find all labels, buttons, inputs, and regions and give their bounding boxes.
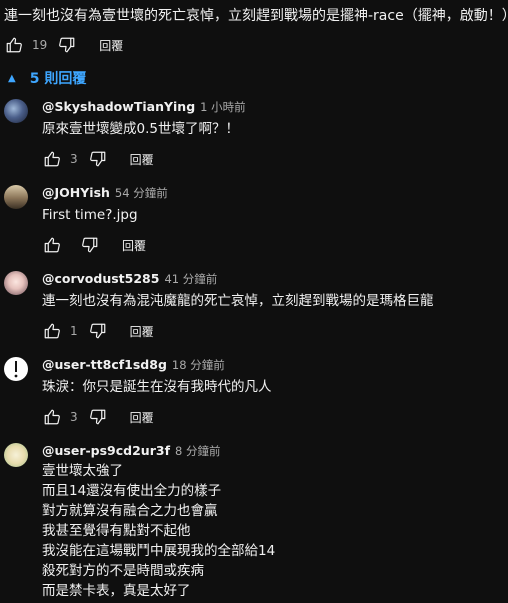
thumbs-up-icon [44, 409, 60, 425]
replies-toggle[interactable]: ▲ 5 則回覆 [8, 68, 86, 88]
reply-line: 對方就算沒有融合之力也會贏 [42, 503, 218, 519]
thumbs-down-icon [89, 323, 105, 339]
reply-meta: @corvodust5285 41 分鐘前 [42, 271, 217, 287]
reply-line: 連一刻也沒有為混沌魔龍的死亡哀悼，立刻趕到戰場的是瑪格巨龍 [42, 293, 434, 309]
thumbs-up-icon [44, 323, 60, 339]
reply-line: 珠淚：你只是誕生在沒有我時代的凡人 [42, 379, 272, 395]
reply-text: First time?.jpg [42, 205, 138, 225]
dislike-button[interactable] [88, 149, 108, 169]
author-handle[interactable]: @corvodust5285 [42, 271, 159, 286]
like-button[interactable] [42, 235, 62, 255]
like-button[interactable] [42, 407, 62, 427]
like-count: 19 [32, 38, 48, 52]
reply-meta: @JOHYish 54 分鐘前 [42, 185, 168, 201]
reply-text: 連一刻也沒有為混沌魔龍的死亡哀悼，立刻趕到戰場的是瑪格巨龍 [42, 291, 434, 311]
like-button[interactable] [4, 35, 24, 55]
dislike-button[interactable] [57, 35, 77, 55]
reply-actions: 3 回覆 [42, 407, 154, 427]
replies-toggle-label: 5 則回覆 [29, 71, 87, 87]
avatar[interactable] [4, 443, 28, 467]
dislike-button[interactable] [88, 321, 108, 341]
reply-text: 壹世壞太強了 而且14還沒有使出全力的樣子 對方就算沒有融合之力也會贏 我甚至覺… [42, 461, 275, 601]
timestamp[interactable]: 54 分鐘前 [115, 185, 168, 201]
reply-button[interactable]: 回覆 [130, 409, 154, 426]
reply-line: 我沒能在這場戰鬥中展現我的全部給14 [42, 543, 276, 559]
reply-actions: 3 回覆 [42, 149, 154, 169]
timestamp[interactable]: 41 分鐘前 [164, 271, 217, 287]
thumbs-up-icon [44, 151, 60, 167]
thumbs-down-icon [59, 37, 75, 53]
avatar[interactable] [4, 185, 28, 209]
reply-meta: @user-tt8cf1sd8g 18 分鐘前 [42, 357, 225, 373]
like-count: 3 [70, 152, 78, 166]
reply-line: 而且14還沒有使出全力的樣子 [42, 483, 222, 499]
reply-line: 我甚至覺得有點對不起他 [42, 523, 191, 539]
reply-button[interactable]: 回覆 [99, 37, 123, 54]
reply-actions: 1 回覆 [42, 321, 154, 341]
reply-meta: @user-ps9cd2ur3f 8 分鐘前 [42, 443, 221, 459]
dislike-button[interactable] [88, 407, 108, 427]
author-handle[interactable]: @JOHYish [42, 185, 110, 200]
reply-line: 原來壹世壞變成0.5世壞了啊？！ [42, 121, 239, 137]
reply-line: 而是禁卡表，真是太好了 [42, 583, 191, 599]
author-handle[interactable]: @user-ps9cd2ur3f [42, 443, 170, 458]
reply-button[interactable]: 回覆 [130, 323, 154, 340]
parent-comment-text: 連一刻也沒有為壹世壞的死亡哀悼，立刻趕到戰場的是擺神-race（擺神，啟動！） [4, 8, 508, 24]
thumbs-up-icon [44, 237, 60, 253]
timestamp[interactable]: 8 分鐘前 [175, 443, 220, 459]
reply-button[interactable]: 回覆 [130, 151, 154, 168]
reply-meta: @SkyshadowTianYing 1 小時前 [42, 99, 246, 115]
parent-comment-actions: 19 回覆 [4, 35, 123, 55]
reply-line: First time?.jpg [42, 207, 138, 223]
reply-line: 壹世壞太強了 [42, 463, 123, 479]
avatar[interactable] [4, 99, 28, 123]
reply-actions: 回覆 [42, 235, 146, 255]
reply-text: 珠淚：你只是誕生在沒有我時代的凡人 [42, 377, 272, 397]
avatar[interactable] [4, 357, 28, 381]
dislike-button[interactable] [80, 235, 100, 255]
caret-up-icon: ▲ [8, 72, 16, 84]
like-button[interactable] [42, 149, 62, 169]
timestamp[interactable]: 1 小時前 [200, 99, 245, 115]
author-handle[interactable]: @SkyshadowTianYing [42, 99, 195, 114]
thumbs-down-icon [89, 151, 105, 167]
reply-text: 原來壹世壞變成0.5世壞了啊？！ [42, 119, 239, 139]
timestamp[interactable]: 18 分鐘前 [172, 357, 225, 373]
thumbs-down-icon [89, 409, 105, 425]
avatar[interactable] [4, 271, 28, 295]
thumbs-down-icon [82, 237, 98, 253]
like-count: 1 [70, 324, 78, 338]
comment-thread: 連一刻也沒有為壹世壞的死亡哀悼，立刻趕到戰場的是擺神-race（擺神，啟動！） … [0, 0, 508, 603]
like-count: 3 [70, 410, 78, 424]
author-handle[interactable]: @user-tt8cf1sd8g [42, 357, 167, 372]
exclamation-icon [14, 361, 18, 378]
reply-line: 殺死對方的不是時間或疾病 [42, 563, 204, 579]
reply-button[interactable]: 回覆 [122, 237, 146, 254]
thumbs-up-icon [6, 37, 22, 53]
like-button[interactable] [42, 321, 62, 341]
